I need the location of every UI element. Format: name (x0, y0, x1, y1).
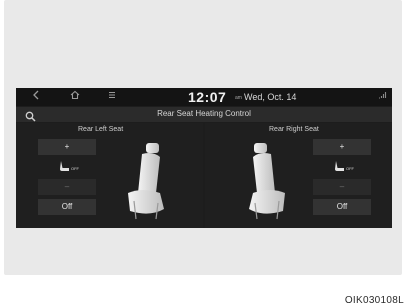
figure-frame: 12:07 am Wed, Oct. 14 Rear Seat Heating … (0, 0, 407, 307)
rear-right-seat-label: Rear Right Seat (269, 126, 319, 133)
hamburger-menu-icon[interactable] (108, 90, 116, 103)
left-heat-status: OFF (71, 166, 79, 171)
seat-heater-icon (335, 161, 344, 171)
right-heat-decrease-button[interactable]: – (313, 179, 371, 195)
chevron-left-icon[interactable] (32, 90, 40, 103)
seat-heater-icon (60, 161, 69, 171)
infotainment-screen: 12:07 am Wed, Oct. 14 Rear Seat Heating … (16, 88, 392, 228)
signal-icon (378, 90, 387, 103)
date-display: Wed, Oct. 14 (244, 92, 297, 102)
right-heat-status: OFF (346, 166, 354, 171)
right-heat-increase-button[interactable]: + (313, 139, 371, 155)
rear-right-seat-panel: Rear Right Seat + OFF – Off (205, 123, 392, 228)
left-heat-increase-button[interactable]: + (38, 139, 96, 155)
rear-left-seat-panel: Rear Left Seat + OFF – Off (16, 123, 203, 228)
image-code: OIK030108L (344, 295, 404, 306)
page-title: Rear Seat Heating Control (157, 109, 251, 118)
status-bar: 12:07 am Wed, Oct. 14 (16, 88, 392, 106)
clock-ampm: am (235, 95, 242, 101)
rear-left-seat-label: Rear Left Seat (78, 126, 124, 133)
clock-time: 12:07 (188, 89, 227, 105)
left-heat-decrease-button[interactable]: – (38, 179, 96, 195)
left-heat-off-button[interactable]: Off (38, 199, 96, 215)
rear-left-seat-image (128, 143, 164, 220)
header-bar: Rear Seat Heating Control (16, 107, 392, 122)
rear-right-seat-image (249, 143, 285, 220)
home-icon[interactable] (70, 90, 80, 103)
right-heat-off-button[interactable]: Off (313, 199, 371, 215)
right-seat-heat-indicator: OFF (313, 159, 371, 175)
left-seat-heat-indicator: OFF (38, 159, 96, 175)
